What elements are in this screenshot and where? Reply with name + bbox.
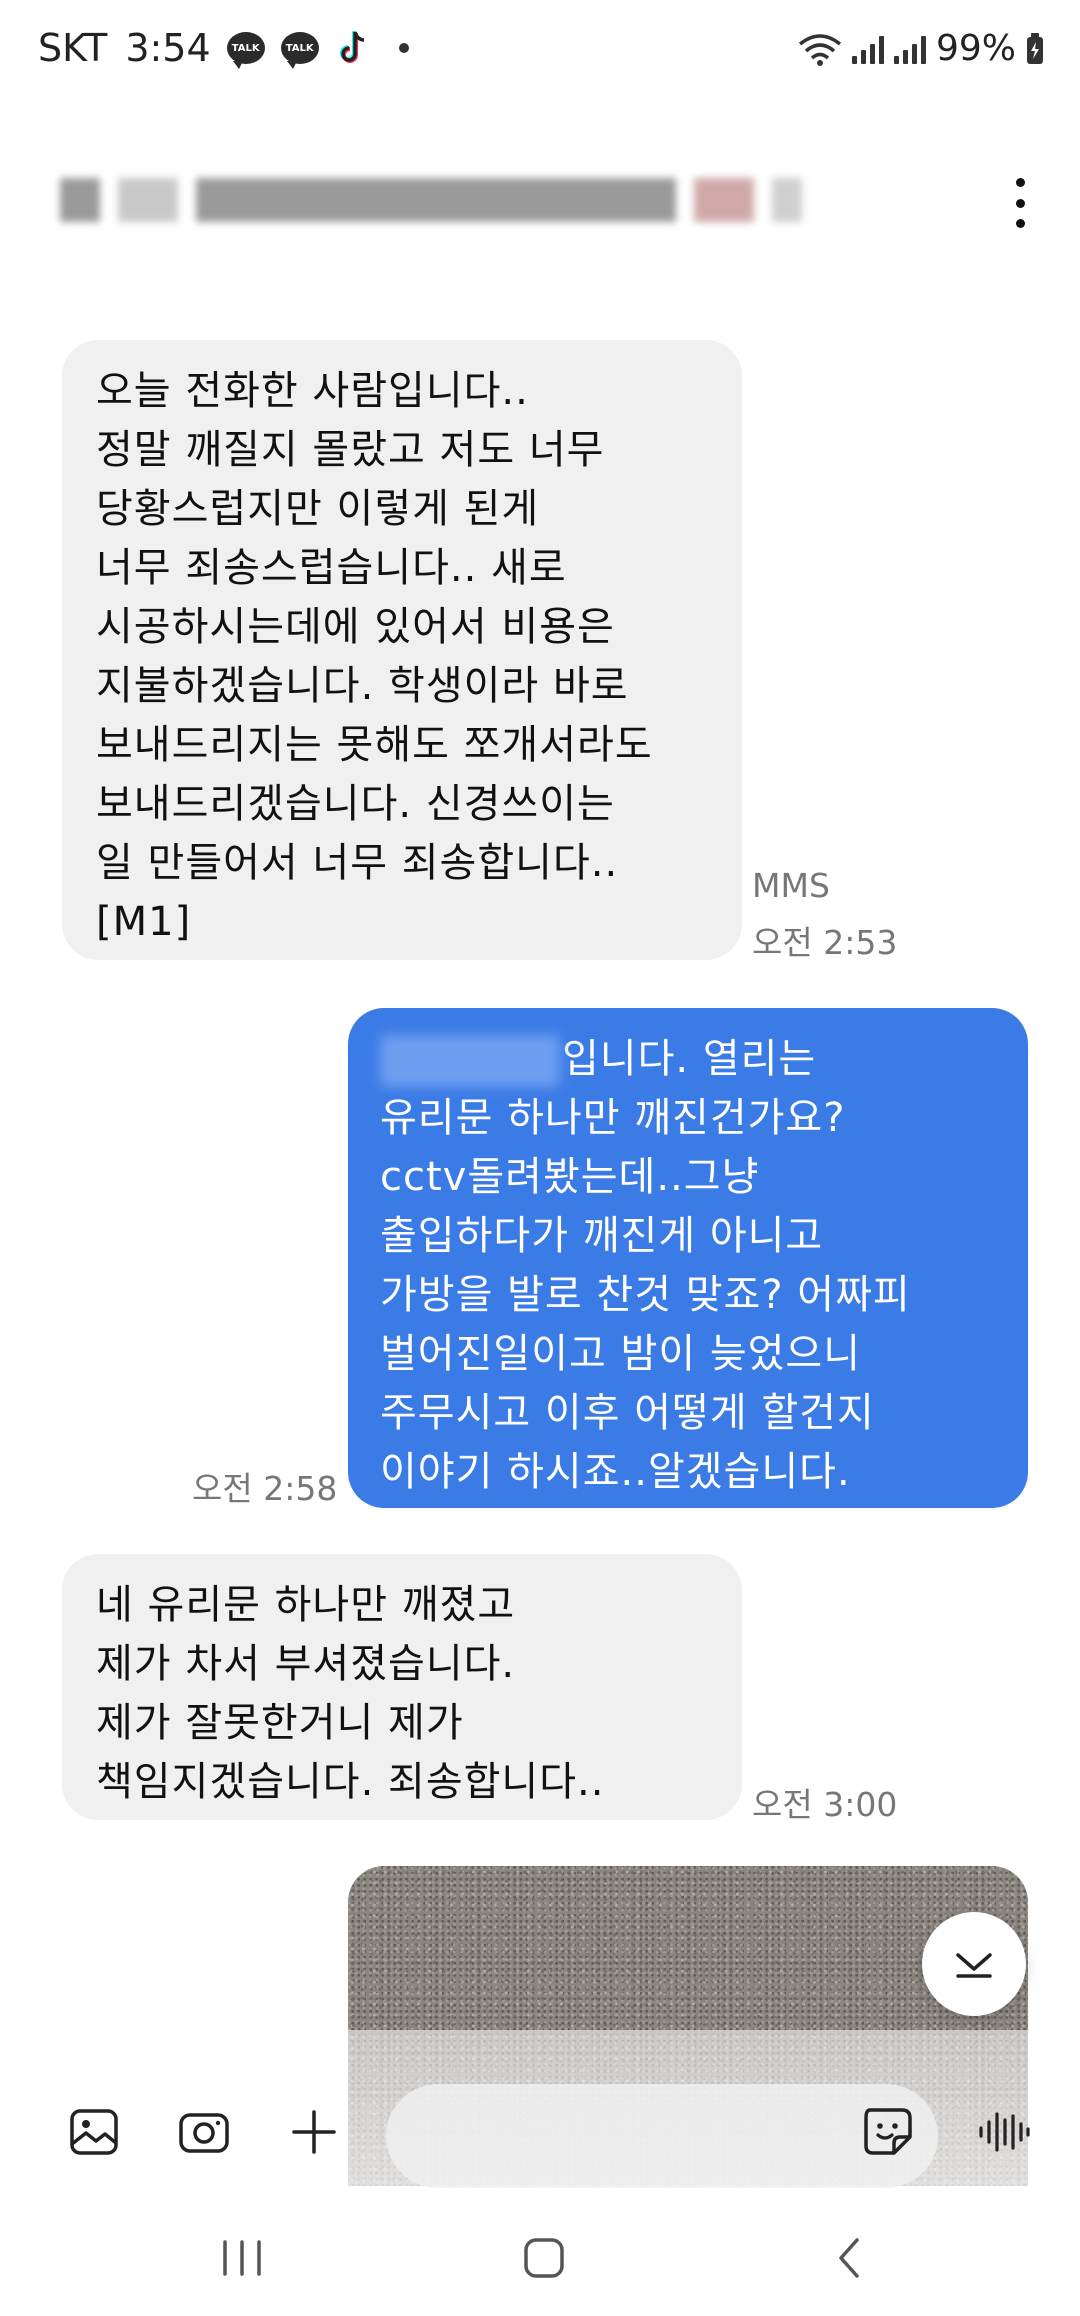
message-text: 유리문 하나만 깨진건가요? cctv돌려봤는데..그냥 출입하다가 깨진게 아… <box>380 1095 911 1495</box>
signal-icon <box>851 34 884 64</box>
system-navigation-bar <box>0 2200 1080 2316</box>
more-vertical-icon <box>1015 178 1025 187</box>
camera-button[interactable] <box>172 2100 236 2164</box>
home-button[interactable] <box>504 2228 584 2288</box>
battery-percent: 99% <box>935 28 1016 69</box>
recent-apps-button[interactable] <box>202 2228 282 2288</box>
kakaotalk-notification-icon: TALK <box>226 32 265 69</box>
conversation-header <box>0 150 1080 260</box>
talk-badge-text: TALK <box>285 42 314 54</box>
home-icon <box>524 2238 564 2278</box>
status-right: 99% <box>798 28 1044 69</box>
voice-wave-icon <box>979 2112 1030 2152</box>
gallery-button[interactable] <box>62 2100 126 2164</box>
tiktok-notification-icon <box>339 31 364 63</box>
sticker-button[interactable] <box>856 2100 920 2164</box>
redacted-name <box>380 1035 560 1087</box>
message-time: 오전 2:58 <box>192 1469 338 1508</box>
attach-more-button[interactable] <box>282 2100 346 2164</box>
battery-charging-icon <box>1027 32 1043 64</box>
contact-name-redacted[interactable] <box>60 170 802 230</box>
compose-bar <box>0 2070 1080 2200</box>
image-icon <box>70 2109 118 2155</box>
camera-icon <box>179 2113 229 2153</box>
talk-badge-text: TALK <box>231 42 260 54</box>
status-left: SKT 3:54 TALK TALK <box>38 26 409 70</box>
recent-apps-icon <box>223 2240 261 2276</box>
signal-icon-2 <box>893 34 926 64</box>
status-bar: SKT 3:54 TALK TALK 99% <box>0 0 1080 100</box>
scroll-to-bottom-button[interactable] <box>922 1912 1026 2016</box>
message-bubble-incoming[interactable]: 오늘 전화한 사람입니다.. 정말 깨질지 몰랐고 저도 너무 당황스럽지만 이… <box>62 340 742 960</box>
back-icon <box>839 2238 859 2278</box>
message-type-label: MMS <box>752 866 830 905</box>
chevron-down-icon <box>956 1953 992 1978</box>
carrier-label: SKT <box>38 26 108 70</box>
message-bubble-outgoing[interactable]: 입니다. 열리는 유리문 하나만 깨진건가요? cctv돌려봤는데..그냥 출입… <box>348 1008 1028 1508</box>
wifi-icon <box>798 33 842 66</box>
sticker-icon <box>864 2108 912 2155</box>
messages-screen: SKT 3:54 TALK TALK 99% 오늘 전화한 사람입니다.. 정말… <box>0 0 1080 2316</box>
more-notifications-dot-icon <box>398 43 409 53</box>
voice-record-button[interactable] <box>972 2100 1036 2164</box>
message-text: 네 유리문 하나만 깨졌고 제가 차서 부셔졌습니다. 제가 잘못한거니 제가 … <box>96 1582 605 1805</box>
message-first-line-text: 입니다. 열리는 <box>562 1036 817 1082</box>
message-time: 오전 2:53 <box>752 923 898 962</box>
message-text: 오늘 전화한 사람입니다.. 정말 깨질지 몰랐고 저도 너무 당황스럽지만 이… <box>96 368 653 945</box>
message-time: 오전 3:00 <box>752 1785 898 1824</box>
message-first-line: 입니다. 열리는 <box>380 1030 1008 1089</box>
kakaotalk-notification-icon-2: TALK <box>280 32 319 69</box>
more-options-button[interactable] <box>1008 178 1032 228</box>
plus-icon <box>292 2110 336 2154</box>
clock: 3:54 <box>125 26 211 70</box>
message-bubble-incoming[interactable]: 네 유리문 하나만 깨졌고 제가 차서 부셔졌습니다. 제가 잘못한거니 제가 … <box>62 1554 742 1820</box>
back-button[interactable] <box>808 2228 888 2288</box>
